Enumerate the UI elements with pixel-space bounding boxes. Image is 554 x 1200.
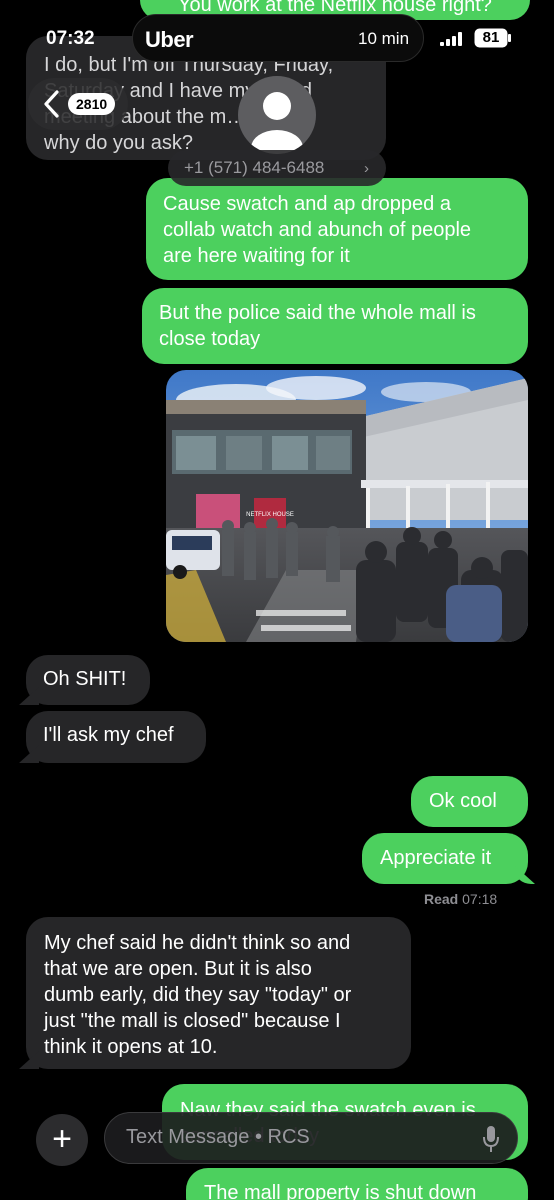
message-bubble-outgoing[interactable]: The mall property is shut down <box>186 1168 528 1200</box>
uber-icon: Uber <box>145 27 194 52</box>
chevron-right-icon: › <box>364 160 369 177</box>
battery-level: 81 <box>482 29 500 46</box>
add-attachment-button[interactable]: + <box>36 1114 88 1166</box>
live-activity-eta: 10 min <box>358 29 410 48</box>
photo-attachment[interactable]: NETFLIX HOUSE <box>166 370 528 642</box>
battery-icon: 81 <box>474 28 512 48</box>
message-text: I'll ask my chef <box>43 724 174 746</box>
signal-icon <box>440 32 462 46</box>
read-receipt-label: Read <box>424 891 459 907</box>
message-line: dumb early, did they say "today" or <box>44 984 352 1006</box>
message-text: Oh SHIT! <box>43 668 127 690</box>
message-bubble-incoming[interactable]: Oh SHIT! <box>26 655 150 705</box>
message-input-placeholder: Text Message • RCS <box>126 1126 310 1148</box>
message-text: Appreciate it <box>380 847 492 869</box>
contact-number: +1 (571) 484-6488 <box>184 158 325 177</box>
message-line: are here waiting for it <box>163 245 350 267</box>
message-bubble-outgoing[interactable]: Ok cool <box>411 776 528 827</box>
contact-avatar[interactable] <box>238 76 316 154</box>
message-line: But the police said the whole mall is <box>159 302 476 324</box>
message-line: that we are open. But it is also <box>44 958 312 980</box>
read-receipt: Read 07:18 <box>424 891 497 907</box>
message-line: just "the mall is closed" because I <box>44 1010 341 1032</box>
chevron-left-icon <box>44 90 59 118</box>
message-line: think it opens at 10. <box>44 1036 218 1058</box>
message-text: The mall property is shut down <box>204 1182 477 1200</box>
message-bubble-outgoing[interactable]: But the police said the whole mall is cl… <box>142 288 528 364</box>
message-line: My chef said he didn't think so and <box>44 932 351 954</box>
message-bubble-incoming[interactable]: I'll ask my chef <box>26 711 206 763</box>
person-icon <box>251 92 303 154</box>
message-bubble-incoming[interactable]: My chef said he didn't think so and that… <box>26 917 411 1069</box>
plus-icon: + <box>52 1120 72 1158</box>
status-time: 07:32 <box>46 28 95 49</box>
storefront-sign: NETFLIX HOUSE <box>246 512 294 518</box>
mall-police-photo: NETFLIX HOUSE <box>166 370 528 642</box>
read-receipt-time: 07:18 <box>462 891 498 907</box>
message-text: Ok cool <box>429 790 497 812</box>
unread-count-badge: 2810 <box>68 93 116 115</box>
message-line: Cause swatch and ap dropped a <box>163 193 451 215</box>
message-bubble-outgoing[interactable]: Appreciate it <box>362 833 528 884</box>
microphone-icon[interactable] <box>482 1125 500 1153</box>
message-line: close today <box>159 328 261 350</box>
message-bubble-outgoing[interactable]: Cause swatch and ap dropped a collab wat… <box>146 178 528 280</box>
message-line: collab watch and abunch of people <box>163 219 472 241</box>
